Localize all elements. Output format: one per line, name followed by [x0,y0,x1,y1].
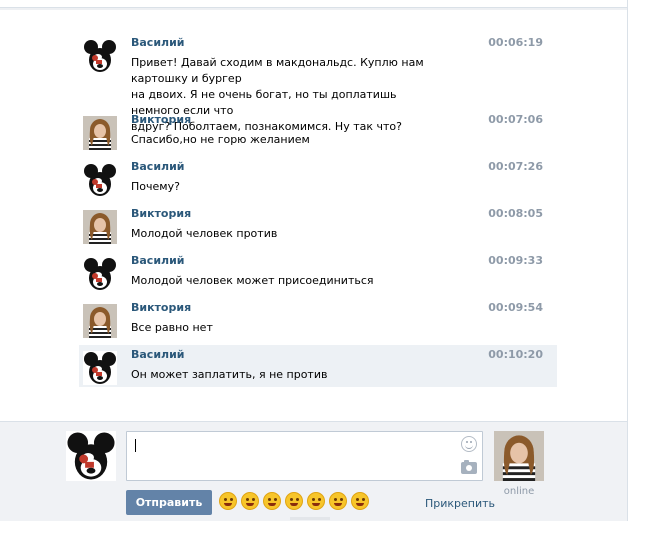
message-row[interactable]: Виктория 00:09:54 Все равно нет [79,298,557,340]
message-row[interactable]: Василий 00:10:20 Он может заплатить, я не … [79,345,557,387]
message-time: 00:10:20 [488,348,543,361]
message-time: 00:09:33 [488,254,543,267]
message-row[interactable]: Василий 00:06:19 Привет! Давай сходим в ма… [79,33,557,133]
my-avatar[interactable] [66,431,116,481]
woman-avatar-icon [494,431,544,481]
message-line: Все равно нет [131,321,213,334]
message-row[interactable]: Виктория 00:07:06 Спасибо,но не горю желан… [79,110,557,152]
happy-emoji-icon[interactable] [329,492,347,510]
message-time: 00:06:19 [488,36,543,49]
mickey-avatar-icon[interactable] [83,163,117,197]
scroll-handle[interactable] [290,517,330,520]
message-line: Привет! Давай сходим в макдональдс. Купл… [131,56,424,85]
message-time: 00:09:54 [488,301,543,314]
message-input[interactable] [126,431,483,481]
send-button[interactable]: Отправить [126,490,212,515]
message-author[interactable]: Василий [131,254,185,267]
tears-of-joy-emoji-icon[interactable] [351,492,369,510]
message-text: Он может заплатить, я не против [131,367,431,383]
camera-icon[interactable] [461,460,477,474]
message-text: Спасибо,но не горю желанием [131,132,431,148]
message-row[interactable]: Василий 00:07:26 Почему? [79,157,557,199]
mickey-avatar-icon[interactable] [83,351,117,385]
message-row[interactable]: Виктория 00:08:05 Молодой человек против [79,204,557,246]
message-line: Спасибо,но не горю желанием [131,133,310,146]
mickey-avatar-icon[interactable] [83,257,117,291]
message-time: 00:08:05 [488,207,543,220]
divider [0,8,627,10]
online-status: online [503,486,535,497]
message-author[interactable]: Василий [131,36,185,49]
message-line: Почему? [131,180,180,193]
message-author[interactable]: Виктория [131,207,191,220]
message-author[interactable]: Василий [131,160,185,173]
message-author[interactable]: Виктория [131,113,191,126]
message-author[interactable]: Василий [131,348,185,361]
woman-avatar-icon[interactable] [83,116,117,150]
smile-icon[interactable] [461,436,477,452]
woman-avatar-icon[interactable] [83,304,117,338]
message-text: Молодой человек против [131,226,431,242]
shocked-emoji-icon[interactable] [241,492,259,510]
message-time: 00:07:26 [488,160,543,173]
message-text: Молодой человек может присоединиться [131,273,431,289]
grin-emoji-icon[interactable] [263,492,281,510]
emoji-bar [219,492,369,510]
mickey-avatar-icon [66,431,116,481]
text-caret [135,439,136,452]
mickey-avatar-icon[interactable] [83,39,117,73]
message-text: Почему? [131,179,431,195]
message-time: 00:07:06 [488,113,543,126]
tired-emoji-icon[interactable] [285,492,303,510]
message-line: Молодой человек против [131,227,278,240]
attach-link[interactable]: Прикрепить [425,497,495,510]
woman-avatar-icon[interactable] [83,210,117,244]
message-line: Молодой человек может присоединиться [131,274,374,287]
smile-emoji-icon[interactable] [219,492,237,510]
partner-avatar[interactable] [494,431,544,481]
laughing-emoji-icon[interactable] [307,492,325,510]
message-text: Все равно нет [131,320,431,336]
message-row[interactable]: Василий 00:09:33 Молодой человек может при… [79,251,557,293]
message-author[interactable]: Виктория [131,301,191,314]
message-line: Он может заплатить, я не против [131,368,328,381]
